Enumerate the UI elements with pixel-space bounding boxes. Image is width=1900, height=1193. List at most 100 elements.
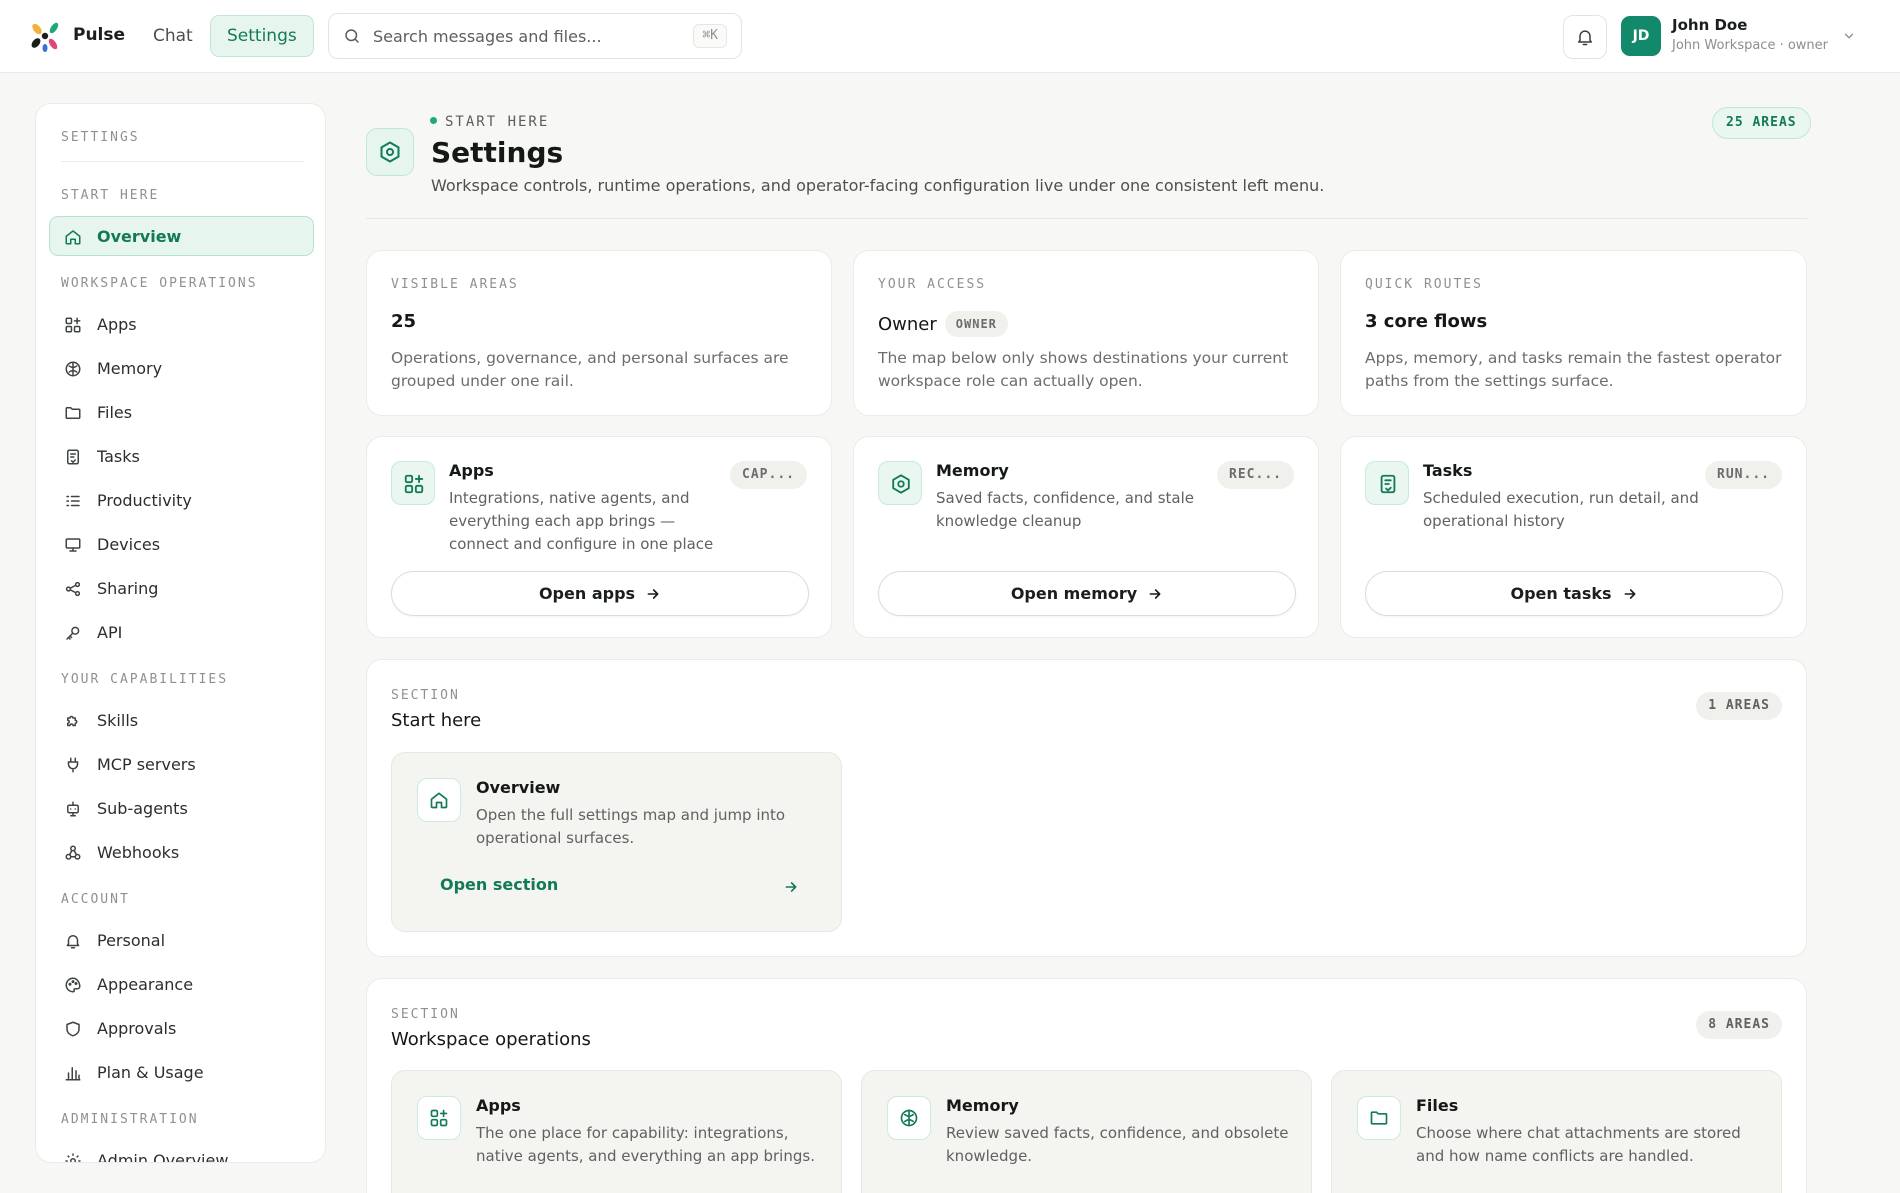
list-checks-icon (64, 492, 82, 510)
home-icon (417, 778, 461, 822)
stat-description: Operations, governance, and personal sur… (391, 349, 789, 390)
sidebar-item-label: Productivity (97, 491, 192, 510)
section-title: Start here (391, 710, 482, 731)
stat-card-quick-routes: QUICK ROUTES 3 core flows Apps, memory, … (1340, 250, 1807, 416)
page-description: Workspace controls, runtime operations, … (431, 176, 1325, 195)
stat-value: 25 (391, 311, 417, 332)
sidebar-group-your-capabilities: YOUR CAPABILITIES (61, 672, 229, 687)
sidebar-item-webhooks[interactable]: Webhooks (49, 832, 314, 872)
sidebar-item-label: Personal (97, 931, 166, 950)
section-tile-apps[interactable]: Apps The one place for capability: integ… (391, 1070, 842, 1193)
search-input[interactable]: Search messages and files... ⌘K (328, 13, 742, 59)
chevron-down-icon[interactable] (1842, 29, 1856, 43)
sidebar-item-appearance[interactable]: Appearance (49, 964, 314, 1004)
sidebar-item-files[interactable]: Files (49, 392, 314, 432)
search-shortcut: ⌘K (693, 24, 727, 48)
brand-name[interactable]: Pulse (73, 25, 125, 45)
section-areas-badge: 8 AREAS (1696, 1011, 1782, 1039)
section-title: Workspace operations (391, 1029, 591, 1050)
sidebar-item-sharing[interactable]: Sharing (49, 568, 314, 608)
pulse-logo-icon[interactable] (28, 20, 62, 52)
stat-value: Owner (878, 314, 937, 335)
clipboard-icon (1365, 461, 1409, 505)
section-workspace-operations: SECTION Workspace operations 8 AREAS App… (366, 978, 1807, 1193)
nav-chat[interactable]: Chat (140, 16, 206, 56)
sidebar-item-label: Sub-agents (97, 799, 188, 818)
sidebar-item-approvals[interactable]: Approvals (49, 1008, 314, 1048)
sidebar-item-devices[interactable]: Devices (49, 524, 314, 564)
search-placeholder: Search messages and files... (373, 27, 602, 46)
sidebar-item-productivity[interactable]: Productivity (49, 480, 314, 520)
sidebar-item-plan-usage[interactable]: Plan & Usage (49, 1052, 314, 1092)
sidebar-item-label: Overview (97, 227, 182, 246)
sidebar-item-api[interactable]: API (49, 612, 314, 652)
tile-description: Choose where chat attachments are stored… (1416, 1124, 1741, 1165)
key-icon (64, 624, 82, 642)
tile-description: The one place for capability: integratio… (476, 1124, 815, 1165)
sidebar-item-memory[interactable]: Memory (49, 348, 314, 388)
notifications-button[interactable] (1563, 15, 1607, 59)
role-badge: OWNER (944, 311, 1008, 337)
sidebar-group-start-here: START HERE (61, 188, 160, 203)
sidebar-item-label: Memory (97, 359, 163, 378)
clipboard-icon (64, 448, 82, 466)
settings-hexagon-icon (366, 128, 414, 176)
open-tasks-button[interactable]: Open tasks (1365, 571, 1783, 616)
tile-description: Review saved facts, confidence, and obso… (946, 1124, 1289, 1165)
section-eyebrow: SECTION (391, 688, 460, 703)
quick-route-description: Saved facts, confidence, and stale knowl… (936, 489, 1194, 530)
user-name[interactable]: John Doe (1672, 16, 1747, 34)
arrow-right-icon[interactable] (783, 879, 799, 895)
open-apps-button[interactable]: Open apps (391, 571, 809, 616)
avatar[interactable]: JD (1621, 16, 1661, 56)
stat-description: Apps, memory, and tasks remain the faste… (1365, 349, 1782, 390)
open-section-link[interactable]: Open section (440, 875, 558, 894)
bell-icon (64, 932, 82, 950)
sidebar-item-label: Files (97, 403, 133, 422)
sidebar-item-label: Approvals (97, 1019, 177, 1038)
quick-route-badge: RUN... (1705, 461, 1782, 489)
sidebar-item-label: Apps (97, 315, 137, 334)
button-label: Open memory (1010, 584, 1138, 603)
page-eyebrow: START HERE (430, 114, 549, 130)
arrow-right-icon (1622, 586, 1638, 602)
sidebar-item-label: MCP servers (97, 755, 196, 774)
shield-icon (64, 1020, 82, 1038)
section-start-here: SECTION Start here 1 AREAS Overview Open… (366, 659, 1807, 957)
sidebar-item-personal[interactable]: Personal (49, 920, 314, 960)
user-workspace: John Workspace · owner (1672, 38, 1829, 53)
open-memory-button[interactable]: Open memory (878, 571, 1296, 616)
webhook-icon (64, 844, 82, 862)
section-tile-memory[interactable]: Memory Review saved facts, confidence, a… (861, 1070, 1312, 1193)
share-icon (64, 580, 82, 598)
sidebar-divider (61, 161, 304, 162)
bot-icon (64, 800, 82, 818)
sidebar-item-label: Admin Overview (97, 1151, 229, 1163)
section-tile-overview[interactable]: Overview Open the full settings map and … (391, 752, 842, 932)
page-title: Settings (431, 136, 564, 169)
sidebar-item-label: Tasks (97, 447, 140, 466)
sidebar-item-label: Webhooks (97, 843, 180, 862)
quick-route-title: Memory (936, 461, 1009, 480)
folder-icon (1357, 1096, 1401, 1140)
monitor-icon (64, 536, 82, 554)
tile-title: Memory (946, 1096, 1019, 1115)
quick-route-apps: Apps Integrations, native agents, and ev… (366, 436, 832, 638)
sidebar-item-mcp-servers[interactable]: MCP servers (49, 744, 314, 784)
section-areas-badge: 1 AREAS (1696, 692, 1782, 720)
sidebar-item-label: API (97, 623, 123, 642)
arrow-right-icon (1147, 586, 1163, 602)
sidebar-item-apps[interactable]: Apps (49, 304, 314, 344)
stat-label: VISIBLE AREAS (391, 277, 519, 292)
sidebar-item-sub-agents[interactable]: Sub-agents (49, 788, 314, 828)
sidebar-item-skills[interactable]: Skills (49, 700, 314, 740)
sidebar-item-admin-overview[interactable]: Admin Overview (49, 1140, 314, 1163)
section-tile-files[interactable]: Files Choose where chat attachments are … (1331, 1070, 1782, 1193)
sidebar-item-overview[interactable]: Overview (49, 216, 314, 256)
nav-settings[interactable]: Settings (210, 15, 314, 57)
button-label: Open apps (538, 584, 636, 603)
sidebar-item-tasks[interactable]: Tasks (49, 436, 314, 476)
quick-route-description: Scheduled execution, run detail, and ope… (1423, 489, 1699, 530)
sidebar-item-label: Sharing (97, 579, 159, 598)
home-icon (64, 228, 82, 246)
